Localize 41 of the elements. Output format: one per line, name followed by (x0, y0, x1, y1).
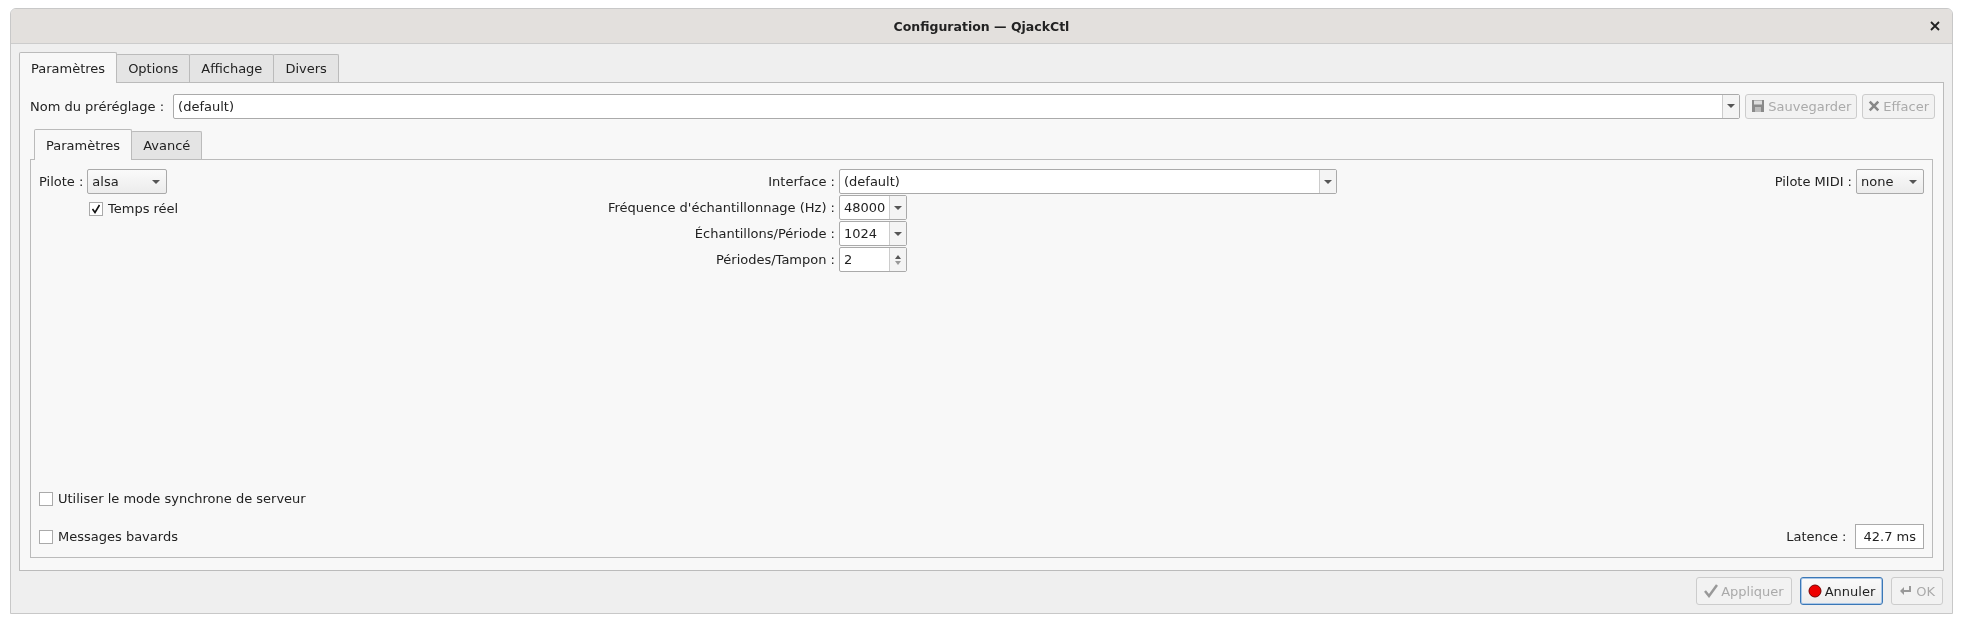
cancel-button[interactable]: Annuler (1799, 577, 1884, 605)
driver-label: Pilote : (39, 174, 85, 189)
checkbox-label: Temps réel (108, 201, 179, 216)
tab[interactable]: Divers (273, 54, 339, 82)
record-icon (1807, 584, 1822, 598)
checkbox[interactable] (39, 529, 53, 544)
preset-combobox[interactable]: (default) (173, 93, 1741, 119)
caret-icon (894, 231, 902, 236)
window-title: Configuration — QjackCtl (893, 18, 1070, 34)
checkbox-label: Utiliser le mode synchrone de serveur (58, 491, 306, 506)
setting-label: Périodes/Tampon : (714, 252, 836, 267)
setting-combobox[interactable]: (default) (839, 169, 1337, 194)
tab[interactable]: Paramètres (34, 129, 133, 160)
spin-box[interactable]: 2 (839, 247, 907, 272)
midi-driver-label: Pilote MIDI : (1774, 173, 1853, 191)
x-icon (1868, 100, 1881, 112)
checkmark-icon (1704, 584, 1719, 598)
midi-driver-combobox[interactable]: none (1856, 169, 1924, 194)
close-icon[interactable] (1930, 21, 1940, 31)
tab[interactable]: Options (116, 54, 191, 82)
caret-icon (1727, 104, 1736, 108)
setting-combobox[interactable]: 1024 (839, 221, 907, 246)
latency-value: 42.7 ms (1855, 524, 1924, 549)
caret-icon (1909, 179, 1917, 184)
spin-arrows-icon[interactable] (894, 253, 902, 266)
setting-label: Fréquence d'échantillonnage (Hz) : (607, 200, 836, 215)
tab[interactable]: Affichage (189, 54, 275, 82)
setting-label: Échantillons/Période : (693, 226, 836, 241)
checkbox[interactable] (39, 491, 53, 506)
driver-combobox[interactable]: alsa (87, 169, 168, 194)
tab[interactable]: Paramètres (19, 52, 118, 83)
checkbox-label: Messages bavards (58, 529, 178, 544)
setting-combobox[interactable]: 48000 (839, 195, 907, 220)
latency-label: Latence : (1786, 529, 1848, 544)
tab[interactable]: Avancé (131, 131, 203, 159)
caret-icon (1324, 179, 1332, 184)
checkbox[interactable] (89, 201, 103, 216)
caret-icon (894, 205, 902, 210)
caret-icon (152, 179, 161, 184)
setting-label: Interface : (767, 174, 836, 189)
preset-label: Nom du préréglage : (30, 98, 166, 114)
